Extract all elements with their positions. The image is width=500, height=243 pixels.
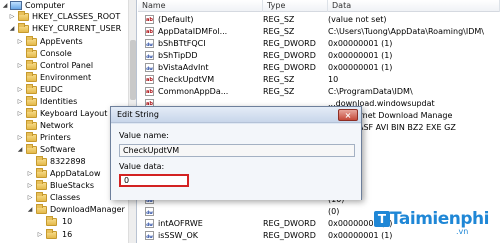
expand-icon[interactable]: ▷ — [17, 39, 23, 45]
tree-item-label: Printers — [40, 133, 71, 142]
folder-icon — [46, 229, 57, 239]
reg-dword-icon: dw — [145, 39, 154, 48]
close-button[interactable]: × — [338, 109, 358, 121]
folder-icon — [26, 72, 37, 82]
folder-icon — [36, 180, 47, 190]
cell-name: isSSW_OK — [158, 231, 198, 240]
reg-dword-icon: dw — [145, 51, 154, 60]
column-header-type[interactable]: Type — [263, 0, 328, 12]
reg-string-icon: ab — [145, 27, 154, 36]
brand-logo-icon: T — [374, 211, 390, 227]
folder-icon — [26, 36, 37, 46]
expand-icon[interactable]: ▷ — [37, 232, 43, 238]
expand-icon[interactable]: ▷ — [27, 183, 33, 189]
reg-string-icon: ab — [145, 15, 154, 24]
tree-item-label: Identities — [40, 97, 78, 106]
folder-icon — [26, 48, 37, 58]
tree-item-label: Keyboard Layout — [40, 109, 108, 118]
tree-item-label: DownloadManager — [50, 205, 125, 214]
value-name-field: CheckUpdtVM — [119, 144, 355, 157]
tree-item-label: Control Panel — [40, 61, 94, 70]
cell-type: REG_DWORD — [263, 231, 316, 240]
reg-dword-icon: dw — [145, 63, 154, 72]
tree-item-label: Console — [40, 49, 72, 58]
folder-icon — [26, 132, 37, 142]
collapse-icon[interactable]: ◢ — [27, 207, 33, 213]
expand-icon[interactable]: ▷ — [17, 111, 23, 117]
tree-item-label: BlueStacks — [50, 181, 95, 190]
edit-string-dialog: Edit String × Value name: CheckUpdtVM Va… — [110, 106, 362, 200]
value-data-label: Value data: — [119, 162, 165, 171]
column-header-data[interactable]: Data — [328, 0, 500, 12]
reg-dword-icon: dw — [145, 207, 154, 216]
folder-icon — [18, 11, 29, 21]
folder-icon — [26, 144, 37, 154]
folder-icon — [26, 84, 37, 94]
list-header: Name Type Data — [138, 0, 500, 12]
reg-dword-icon: dw — [145, 231, 154, 240]
folder-icon — [36, 156, 47, 166]
tree-item-label: Environment — [40, 73, 92, 82]
tree-item-label: 10 — [62, 217, 73, 226]
value-name-label: Value name: — [119, 131, 169, 140]
tree-item-label: 8322898 — [50, 157, 86, 166]
tree-item-label: Network — [40, 121, 74, 130]
reg-string-icon: ab — [145, 87, 154, 96]
collapse-icon[interactable]: ◢ — [9, 26, 15, 32]
tree-item-label: EUDC — [40, 85, 63, 94]
tree-item-label: Software — [40, 145, 76, 154]
dialog-title: Edit String — [111, 107, 361, 123]
column-header-name[interactable]: Name — [138, 0, 263, 12]
folder-icon — [26, 60, 37, 70]
collapse-icon[interactable]: ◢ — [2, 3, 8, 9]
folder-icon — [26, 108, 37, 118]
tree-item-label: AppDataLow — [50, 169, 101, 178]
expand-icon[interactable]: ▷ — [17, 99, 23, 105]
folder-icon — [18, 23, 29, 33]
folder-icon — [26, 96, 37, 106]
brand-text: Taimienphi — [390, 209, 489, 229]
tree-item-label: HKEY_CURRENT_USER — [32, 24, 122, 33]
expand-icon[interactable]: ▷ — [17, 135, 23, 141]
computer-icon — [10, 1, 22, 10]
folder-icon — [26, 120, 37, 130]
tree-item-label: Classes — [50, 193, 81, 202]
tree-item-label: HKEY_CLASSES_ROOT — [32, 12, 121, 21]
folder-icon — [36, 204, 47, 214]
folder-icon — [36, 192, 47, 202]
expand-icon[interactable]: ▷ — [9, 14, 15, 20]
tree-item-label: AppEvents — [40, 37, 83, 46]
expand-icon[interactable]: ▷ — [17, 87, 23, 93]
watermark-logo: T Taimienphi .vn — [374, 203, 498, 237]
brand-suffix: .vn — [456, 227, 469, 236]
scrollbar-thumb[interactable] — [130, 40, 136, 100]
reg-string-icon: ab — [145, 75, 154, 84]
expand-icon[interactable]: ▷ — [17, 63, 23, 69]
tree-item-label: 16 — [62, 230, 73, 239]
value-data-input[interactable]: 0 — [119, 174, 189, 187]
dialog-body: Value name: CheckUpdtVM Value data: 0 — [111, 124, 361, 200]
collapse-icon[interactable]: ◢ — [17, 147, 23, 153]
reg-dword-icon: dw — [145, 219, 154, 228]
expand-icon[interactable]: ▷ — [27, 195, 33, 201]
expand-icon[interactable]: ▷ — [27, 171, 33, 177]
folder-icon — [46, 216, 57, 226]
folder-icon — [36, 168, 47, 178]
